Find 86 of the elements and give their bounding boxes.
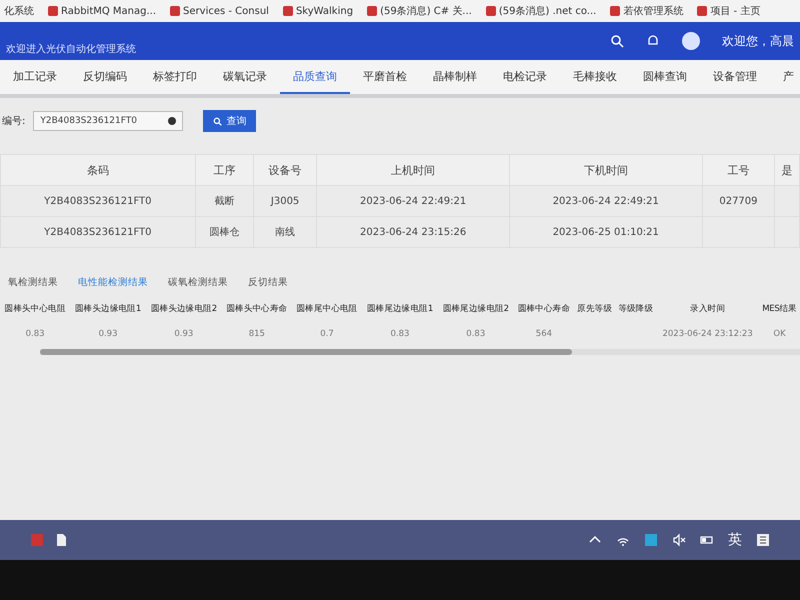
nav-tab[interactable]: 产	[770, 60, 800, 94]
user-greeting: 欢迎您，高晨	[722, 32, 794, 50]
table-cell-text: 2023-06-24 23:12:23	[661, 328, 754, 341]
result-tab[interactable]: 反切结果	[240, 274, 296, 291]
nav-tab[interactable]: 圆棒查询	[630, 60, 700, 94]
table-cell: 圆棒仓	[195, 216, 254, 248]
table-cell: 2023-06-24 22:49:21	[509, 186, 702, 216]
table-cell: 截断	[195, 186, 254, 216]
table-cell: 南线	[253, 216, 317, 248]
table-cell: J3005	[253, 186, 317, 216]
column-header: 圆棒尾边缘电阻2	[442, 303, 510, 316]
nav-tab[interactable]: 碳氧记录	[210, 60, 280, 94]
search-icon[interactable]	[610, 34, 624, 48]
column-header: 设备号	[253, 154, 317, 186]
bookmark-icon	[610, 6, 620, 16]
table-cell: 2023-06-25 01:10:21	[509, 216, 702, 248]
nav-tab[interactable]: 标签打印	[140, 60, 210, 94]
column-header: MES结果	[761, 303, 798, 316]
column-header: 圆棒中心寿命	[516, 302, 571, 316]
column-header: 等级降级	[617, 303, 654, 316]
bookmark-icon	[170, 6, 180, 16]
nav-tab[interactable]: 平磨首检	[350, 60, 420, 94]
search-label: 编号:	[2, 114, 26, 128]
table-cell-text: 0.83	[465, 328, 486, 341]
column-header: 工号	[702, 154, 775, 186]
table-cell: 2023-06-24 22:49:21	[316, 186, 510, 216]
table-cell: 027709	[702, 186, 775, 216]
bookmark-link[interactable]: 项目 - 主页	[710, 4, 760, 18]
table-cell-text: 564	[534, 328, 554, 341]
column-header: 原先等级	[576, 303, 614, 316]
result-tab[interactable]: 电性能检测结果	[70, 274, 156, 291]
column-header: 圆棒头中心电阻	[4, 302, 67, 316]
bookmark-link[interactable]: 化系统	[4, 4, 34, 18]
system-title: 欢迎进入光伏自动化管理系统	[6, 42, 137, 57]
column-header: 下机时间	[509, 154, 702, 186]
horizontal-scrollbar[interactable]	[40, 349, 800, 355]
avatar[interactable]	[682, 32, 700, 50]
column-header: 条码	[0, 154, 196, 186]
bookmark-icon	[48, 6, 58, 16]
bookmark-link[interactable]: Services - Consul	[183, 6, 269, 16]
nav-tab[interactable]: 晶棒制样	[420, 60, 490, 94]
column-header: 圆棒尾中心电阻	[296, 302, 358, 316]
bookmark-link[interactable]: (59条消息) C# 关...	[380, 4, 472, 18]
column-header: 圆棒头中心寿命	[225, 302, 288, 316]
table-cell-text: 0.83	[389, 328, 410, 341]
table-cell-text: 815	[248, 328, 266, 341]
bookmark-icon	[282, 6, 293, 16]
table-cell-text: OK	[772, 328, 787, 341]
bookmark-link[interactable]: 若依管理系统	[623, 4, 684, 18]
nav-tab[interactable]: 加工记录	[0, 60, 70, 94]
column-header: 圆棒头边缘电阻1	[74, 303, 142, 316]
column-header: 圆棒尾边缘电阻1	[366, 303, 434, 316]
search-field[interactable]: Y2B4083S236121FT0	[33, 111, 184, 131]
nav-tab[interactable]: 电检记录	[490, 60, 560, 94]
table-cell-text: 0.7	[319, 328, 335, 341]
nav-tab[interactable]: 设备管理	[700, 60, 770, 94]
app-tray-icon[interactable]	[644, 533, 658, 547]
bookmark-icon	[367, 6, 378, 16]
column-header: 是	[774, 154, 800, 186]
column-header: 工序	[195, 154, 254, 186]
file-icon[interactable]	[54, 533, 68, 547]
column-header: 录入时间	[689, 303, 726, 316]
bookmark-link[interactable]: (59条消息) .net co...	[498, 4, 596, 18]
bookmark-link[interactable]: RabbitMQ Manag...	[61, 6, 156, 16]
table-cell-text: 0.93	[173, 328, 194, 341]
column-header: 圆棒头边缘电阻2	[150, 303, 218, 316]
input-method-indicator[interactable]: 英	[728, 531, 742, 549]
nav-tab[interactable]: 反切编码	[70, 60, 140, 94]
muted-speaker-icon[interactable]	[672, 533, 686, 547]
bookmark-link[interactable]: SkyWalking	[296, 6, 354, 16]
query-button[interactable]: 查询	[203, 110, 256, 132]
result-tab[interactable]: 碳氧检测结果	[160, 274, 236, 291]
bookmark-icon	[486, 6, 496, 16]
table-cell: Y2B4083S236121FT0	[0, 186, 196, 216]
result-tab[interactable]: 氧检测结果	[0, 274, 66, 291]
nav-tab[interactable]: 品质查询	[280, 60, 350, 94]
table-cell-text: 0.83	[24, 328, 46, 341]
nav-tab[interactable]: 毛棒接收	[560, 60, 630, 94]
table-cell-text: 0.93	[98, 328, 118, 341]
column-header: 上机时间	[316, 154, 510, 186]
bookmark-icon	[697, 6, 708, 16]
keyboard-icon[interactable]	[756, 533, 770, 547]
clear-icon[interactable]	[168, 117, 176, 125]
table-cell: Y2B4083S236121FT0	[0, 216, 196, 248]
table-cell: 2023-06-24 23:15:26	[316, 216, 510, 248]
search-icon	[213, 116, 222, 126]
